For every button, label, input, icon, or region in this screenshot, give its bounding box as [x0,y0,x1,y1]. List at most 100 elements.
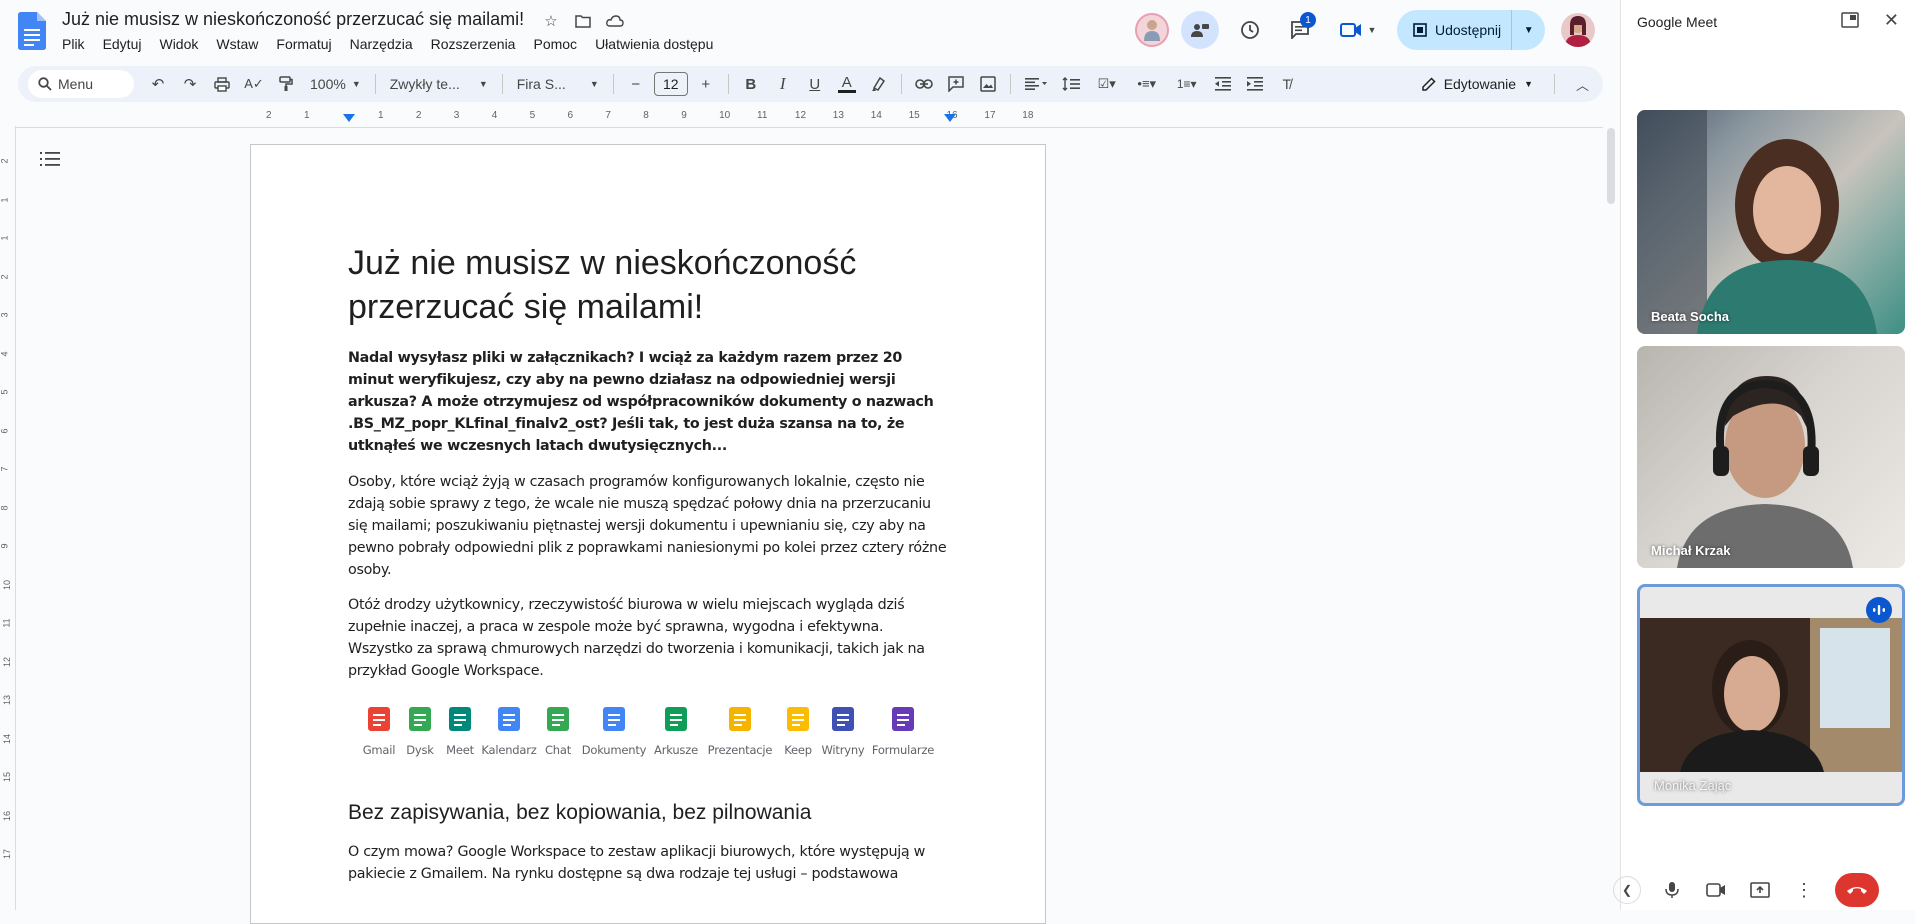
paint-format-icon[interactable] [272,70,300,98]
menu-edit[interactable]: Edytuj [103,36,142,52]
menu-search-label: Menu [58,76,94,92]
menu-view[interactable]: Widok [159,36,198,52]
app-name: Keep [784,743,812,757]
left-indent-marker-icon[interactable] [343,114,355,122]
section-heading[interactable]: Bez zapisywania, bez kopiowania, bez pil… [348,801,948,825]
menu-insert[interactable]: Wstaw [216,36,258,52]
menu-help[interactable]: Pomoc [533,36,577,52]
slides-icon [725,704,755,734]
pencil-icon [1421,77,1436,91]
ruler-tick-label: 18 [1022,110,1034,121]
body-paragraph[interactable]: Otóż drodzy użytkownicy, rzeczywistość b… [348,594,948,682]
document-outline-icon[interactable] [40,150,60,173]
ruler-tick-label: 5 [529,110,536,121]
chevron-left-icon[interactable]: ❮ [1613,876,1641,904]
ruler-tick-label: 6 [0,427,10,434]
clear-formatting-icon[interactable]: T̸ [1273,70,1301,98]
font-select[interactable]: Fira S... ▼ [511,70,605,98]
line-spacing-icon[interactable] [1057,70,1085,98]
document-body[interactable]: Już nie musisz w nieskończoność przerzuc… [348,241,948,898]
ruler-tick-label: 11 [757,110,768,121]
chevron-down-icon[interactable]: ▼ [1368,25,1377,35]
close-icon[interactable]: ✕ [1884,10,1899,31]
menu-tools[interactable]: Narzędzia [350,36,413,52]
add-comment-icon[interactable] [942,70,970,98]
toolbar-divider [612,74,614,94]
numbered-list-icon[interactable]: 1≡▾ [1169,70,1205,98]
present-screen-icon[interactable] [1743,873,1777,907]
participant-tile[interactable]: Beata Socha [1637,110,1905,334]
menu-format[interactable]: Formatuj [276,36,331,52]
highlight-icon[interactable] [865,70,893,98]
scrollbar-thumb[interactable] [1607,128,1615,204]
hang-up-button[interactable] [1835,873,1879,907]
style-select[interactable]: Zwykły te... ▼ [384,70,494,98]
google-docs-logo-icon[interactable] [18,12,46,50]
right-indent-marker-icon[interactable] [944,114,956,122]
meet-present-icon[interactable] [1181,11,1219,49]
editing-mode-select[interactable]: Edytowanie ▼ [1421,76,1533,92]
style-value: Zwykły te... [389,76,460,92]
account-avatar[interactable] [1561,13,1596,47]
camera-icon[interactable] [1699,873,1733,907]
participant-tile[interactable]: Michał Krzak [1637,346,1905,568]
ruler-tick-label: 1 [378,110,384,121]
more-options-icon[interactable]: ⋮ [1787,873,1821,907]
decrease-font-size-icon[interactable]: − [622,70,650,98]
checklist-icon[interactable]: ☑▾ [1089,70,1125,98]
workspace-apps-image[interactable]: Gmail Dysk Meet Kalendarz Chat Dokumenty Arkus… [358,704,948,757]
font-size-input[interactable]: 12 [653,72,688,96]
italic-icon[interactable]: I [769,70,797,98]
vertical-ruler[interactable]: 2 1 1 2 3 4 5 6 7 8 9 10 11 12 13 14 15 16 17 [0,126,16,910]
comments-badge: 1 [1300,12,1316,28]
align-left-icon[interactable] [1019,70,1053,98]
participant-tile-active[interactable]: Monika Zając [1637,584,1905,806]
picture-in-picture-icon[interactable] [1841,12,1859,33]
horizontal-ruler[interactable]: 2 1 1 2 3 4 5 6 7 8 9 10 11 12 13 14 15 16 17 18 [250,110,1046,128]
collaborator-avatar[interactable] [1135,13,1169,47]
increase-font-size-icon[interactable]: + [692,70,720,98]
undo-icon[interactable]: ↶ [144,70,172,98]
star-icon[interactable]: ☆ [540,10,562,32]
move-folder-icon[interactable] [572,10,594,32]
underline-icon[interactable]: U [801,70,829,98]
body-paragraph[interactable]: Osoby, które wciąż żyją w czasach progra… [348,471,948,581]
increase-indent-icon[interactable] [1241,70,1269,98]
zoom-select[interactable]: 100% ▼ [304,70,367,98]
ruler-tick-label: 3 [453,110,460,121]
microphone-icon[interactable] [1655,873,1689,907]
ruler-tick-label: 14 [2,733,13,744]
document-heading[interactable]: Już nie musisz w nieskończoność przerzuc… [348,241,948,329]
app-name: Arkusze [654,743,698,757]
text-color-icon[interactable]: A [833,70,861,98]
document-page[interactable]: Już nie musisz w nieskończoność przerzuc… [250,144,1046,924]
ruler-tick-label: 1 [0,196,10,203]
lead-paragraph[interactable]: Nadal wysyłasz pliki w załącznikach? I w… [348,347,948,457]
link-icon[interactable] [910,70,938,98]
cloud-status-icon[interactable] [604,10,626,32]
menu-extensions[interactable]: Rozszerzenia [431,36,516,52]
document-title[interactable]: Już nie musisz w nieskończoność przerzuc… [62,9,524,30]
insert-image-icon[interactable] [974,70,1002,98]
version-history-icon[interactable] [1231,11,1269,49]
menu-search[interactable]: Menu [28,70,134,98]
bulleted-list-icon[interactable]: •≡▾ [1129,70,1165,98]
app-name: Witryny [821,743,865,757]
share-button[interactable]: Udostępnij ▼ [1397,10,1546,50]
vertical-scrollbar[interactable] [1606,128,1616,910]
app-name: Dysk [406,743,434,757]
comments-icon[interactable]: 1 [1281,11,1319,49]
search-icon [38,77,52,91]
body-paragraph[interactable]: O czym mowa? Google Workspace to zestaw … [348,841,948,885]
bold-icon[interactable]: B [737,70,765,98]
chevron-up-icon[interactable]: ︿ [1576,75,1589,94]
spellcheck-icon[interactable]: A✓ [240,70,268,98]
share-dropdown-icon[interactable]: ▼ [1511,10,1545,50]
redo-icon[interactable]: ↷ [176,70,204,98]
print-icon[interactable] [208,70,236,98]
meet-camera-icon[interactable]: ▼ [1331,11,1385,49]
menu-file[interactable]: Plik [62,36,85,52]
speaking-indicator-icon [1866,597,1892,623]
menu-accessibility[interactable]: Ułatwienia dostępu [595,36,713,52]
decrease-indent-icon[interactable] [1209,70,1237,98]
